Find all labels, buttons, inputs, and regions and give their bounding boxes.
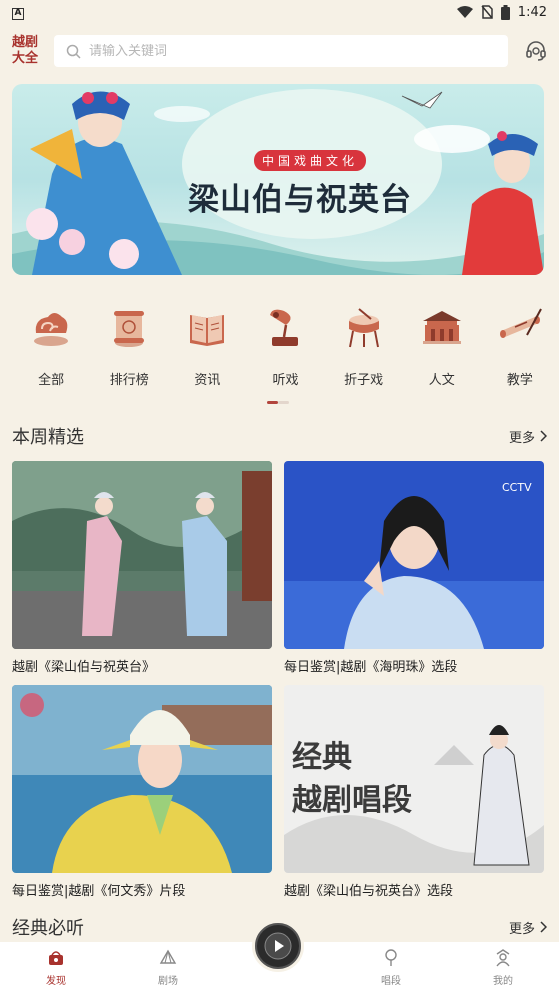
nav-discover[interactable]: 发现 bbox=[0, 949, 112, 987]
video-card[interactable]: CCTV 每日鉴赏|越剧《海明珠》选段 bbox=[284, 461, 544, 675]
profile-icon bbox=[496, 949, 510, 967]
notification-icon: A bbox=[12, 8, 24, 20]
page-indicator bbox=[267, 401, 289, 404]
category-excerpts[interactable]: 折子戏 bbox=[325, 305, 403, 390]
no-sim-icon bbox=[481, 5, 493, 19]
category-row: 全部 排行榜 资讯 听戏 折子戏 人文 教学 bbox=[0, 305, 559, 390]
cloud-pattern-icon bbox=[34, 313, 69, 346]
weekly-section-header: 本周精选 更多 bbox=[12, 424, 547, 448]
app-logo: 越剧 大全 bbox=[12, 35, 46, 67]
video-card[interactable]: 经典 越剧唱段 越剧《梁山伯与祝英台》选段 bbox=[284, 685, 544, 899]
category-listen[interactable]: 听戏 bbox=[246, 305, 324, 390]
wifi-icon bbox=[456, 6, 473, 18]
video-title: 越剧《梁山伯与祝英台》 bbox=[12, 660, 156, 675]
nav-label: 发现 bbox=[46, 976, 66, 987]
category-label: 听戏 bbox=[272, 373, 299, 388]
theater-icon bbox=[159, 949, 177, 964]
video-card[interactable]: 越剧《梁山伯与祝英台》 bbox=[12, 461, 272, 675]
more-label: 更多 bbox=[508, 430, 535, 446]
category-label: 教学 bbox=[506, 373, 533, 388]
page-dot bbox=[278, 401, 289, 404]
search-input[interactable] bbox=[89, 43, 469, 59]
discover-icon bbox=[49, 951, 63, 965]
nav-label: 我的 bbox=[493, 976, 513, 987]
category-all[interactable]: 全部 bbox=[12, 305, 90, 390]
banner-tag: 中国戏曲文化 bbox=[254, 150, 367, 171]
nav-label: 剧场 bbox=[158, 976, 178, 987]
nav-profile[interactable]: 我的 bbox=[447, 949, 559, 987]
nav-aria[interactable]: 唱段 bbox=[335, 949, 447, 987]
logo-line-1: 越剧 bbox=[12, 35, 39, 50]
aria-icon bbox=[385, 949, 397, 966]
video-title: 每日鉴赏|越剧《何文秀》片段 bbox=[12, 884, 186, 899]
category-label: 人文 bbox=[428, 373, 455, 388]
nav-theater[interactable]: 剧场 bbox=[112, 949, 224, 987]
weekly-title: 本周精选 bbox=[12, 427, 84, 448]
video-card[interactable]: 每日鉴赏|越剧《何文秀》片段 bbox=[12, 685, 272, 899]
category-teaching[interactable]: 教学 bbox=[481, 305, 559, 390]
video-title: 每日鉴赏|越剧《海明珠》选段 bbox=[284, 660, 458, 675]
play-button[interactable] bbox=[252, 920, 304, 972]
scroll-icon bbox=[114, 311, 145, 347]
chevron-right-icon bbox=[540, 430, 547, 442]
category-ranking[interactable]: 排行榜 bbox=[90, 305, 168, 390]
status-bar: A 1:42 bbox=[0, 0, 559, 24]
video-thumbnail bbox=[12, 685, 272, 873]
headset-icon[interactable] bbox=[525, 40, 547, 62]
more-label: 更多 bbox=[508, 921, 535, 937]
category-culture[interactable]: 人文 bbox=[403, 305, 481, 390]
battery-icon bbox=[500, 4, 510, 20]
video-thumbnail: CCTV bbox=[284, 461, 544, 649]
category-label: 全部 bbox=[38, 373, 65, 388]
app-header: 越剧 大全 bbox=[0, 32, 559, 70]
calligraphy-line-1: 经典 bbox=[292, 740, 352, 775]
gramophone-icon bbox=[270, 309, 299, 346]
classic-title: 经典必听 bbox=[12, 918, 84, 939]
search-bar[interactable] bbox=[54, 35, 508, 67]
book-icon bbox=[190, 315, 225, 346]
cctv-watermark: CCTV bbox=[502, 481, 532, 494]
video-thumbnail: 经典 越剧唱段 bbox=[284, 685, 544, 873]
palace-icon bbox=[422, 311, 461, 344]
page-dot-active bbox=[267, 401, 278, 404]
classic-more-link[interactable]: 更多 bbox=[509, 918, 547, 937]
video-title: 越剧《梁山伯与祝英台》选段 bbox=[284, 884, 454, 899]
search-icon bbox=[66, 44, 81, 59]
clock: 1:42 bbox=[517, 4, 547, 20]
category-label: 折子戏 bbox=[344, 373, 384, 388]
category-label: 排行榜 bbox=[109, 373, 149, 388]
category-news[interactable]: 资讯 bbox=[168, 305, 246, 390]
banner-title: 梁山伯与祝英台 bbox=[188, 182, 412, 218]
logo-line-2: 大全 bbox=[12, 51, 39, 66]
video-thumbnail bbox=[12, 461, 272, 649]
weekly-more-link[interactable]: 更多 bbox=[509, 427, 547, 446]
hero-banner[interactable]: 中国戏曲文化 梁山伯与祝英台 bbox=[12, 84, 544, 275]
chevron-right-icon bbox=[540, 921, 547, 933]
drum-icon bbox=[348, 308, 379, 348]
brush-scroll-icon bbox=[499, 308, 542, 338]
category-label: 资讯 bbox=[194, 373, 221, 388]
calligraphy-line-2: 越剧唱段 bbox=[292, 783, 412, 818]
play-icon bbox=[264, 932, 292, 960]
nav-label: 唱段 bbox=[381, 976, 401, 987]
